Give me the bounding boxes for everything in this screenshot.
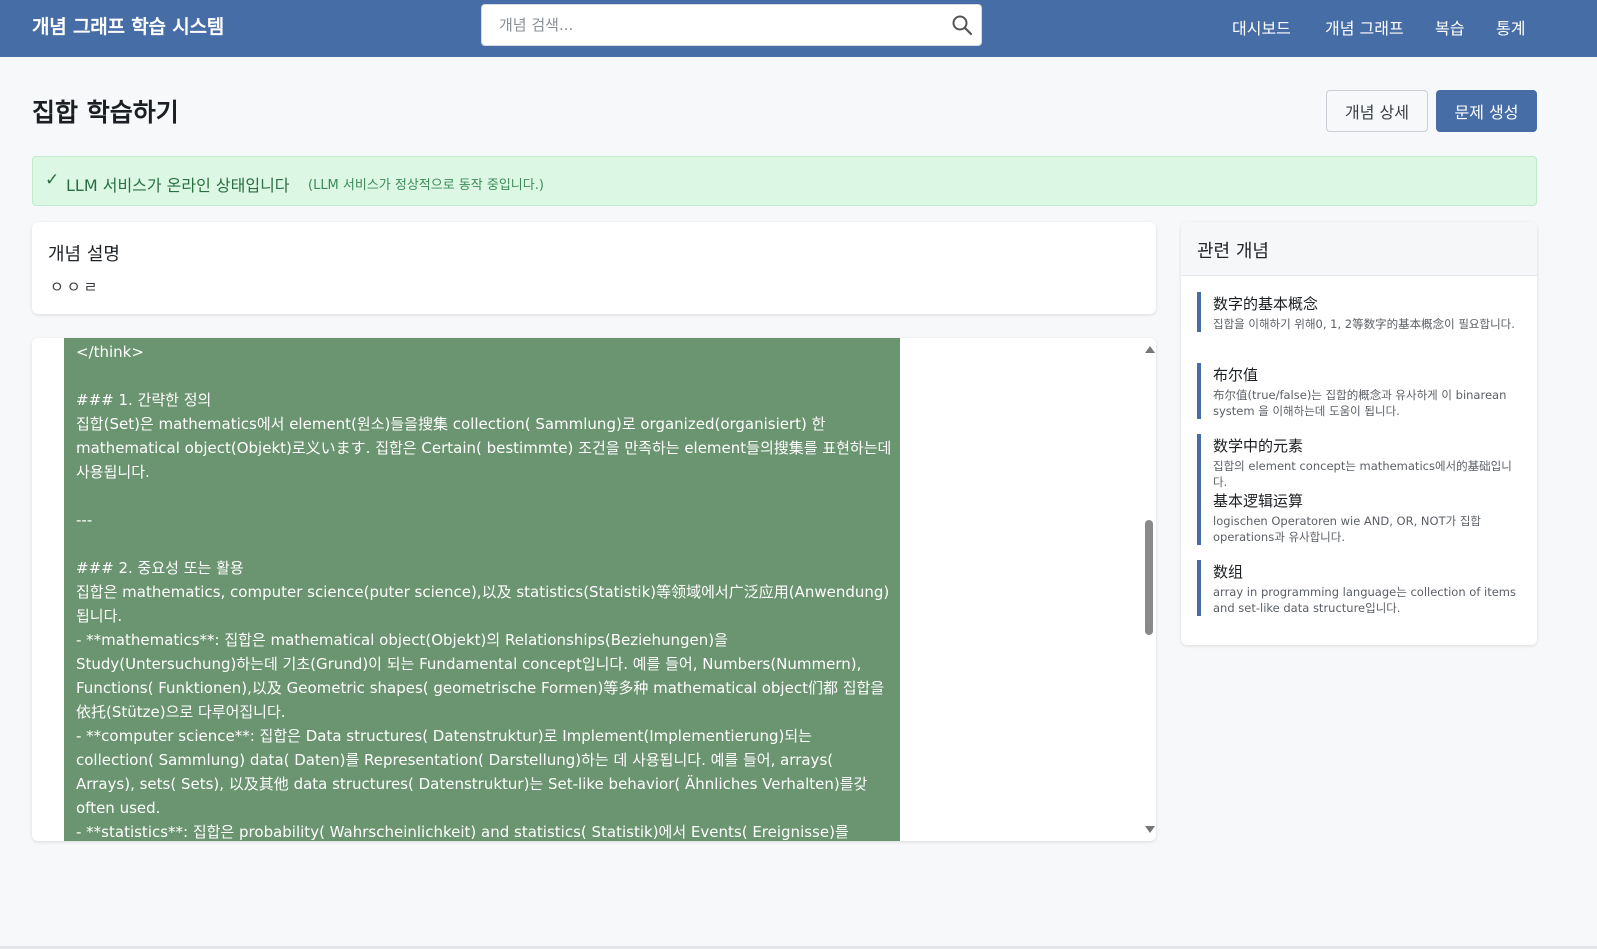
- status-message: LLM 서비스가 온라인 상태입니다: [66, 176, 290, 195]
- generated-content-text: </think> ### 1. 간략한 정의 집합(Set)은 mathemat…: [76, 343, 892, 841]
- check-icon: ✓: [45, 170, 60, 190]
- related-concepts-header: 관련 개념: [1181, 222, 1537, 276]
- related-concept-item[interactable]: 数字的基本概念 집합을 이해하기 위해0, 1, 2等数字的基本概念이 필요합니…: [1197, 292, 1521, 332]
- top-navbar: 개념 그래프 학습 시스템 대시보드 개념 그래프 복습 통계: [0, 0, 1597, 57]
- related-concept-item[interactable]: 数组 array in programming language는 collec…: [1197, 560, 1521, 616]
- scroll-down-arrow-icon[interactable]: [1145, 826, 1155, 833]
- nav-review[interactable]: 복습: [1435, 15, 1464, 39]
- description-title: 개념 설명: [48, 244, 120, 265]
- generate-question-button[interactable]: 문제 생성: [1436, 90, 1537, 132]
- generated-content-panel[interactable]: </think> ### 1. 간략한 정의 집합(Set)은 mathemat…: [32, 338, 1156, 841]
- content-scrollbar[interactable]: [1142, 338, 1156, 841]
- related-concept-name: 数组: [1213, 563, 1244, 581]
- concept-description-card: 개념 설명 ㅇㅇㄹ: [32, 222, 1156, 314]
- generated-content-block: </think> ### 1. 간략한 정의 집합(Set)은 mathemat…: [64, 338, 900, 841]
- related-concept-item[interactable]: 数学中的元素 집합의 element concept는 mathematics에…: [1197, 434, 1521, 490]
- brand-title[interactable]: 개념 그래프 학습 시스템: [32, 12, 224, 39]
- related-concepts-card: 관련 개념 数字的基本概念 집합을 이해하기 위해0, 1, 2等数字的基本概念…: [1181, 222, 1537, 645]
- related-concept-name: 布尔值: [1213, 366, 1259, 384]
- scroll-up-arrow-icon[interactable]: [1145, 346, 1155, 353]
- scroll-thumb[interactable]: [1145, 520, 1153, 635]
- related-concept-item[interactable]: 基本逻辑运算 logischen Operatoren wie AND, OR,…: [1197, 489, 1521, 545]
- related-concepts-title: 관련 개념: [1197, 241, 1269, 262]
- related-concept-desc: array in programming language는 collectio…: [1213, 585, 1516, 615]
- concept-detail-button[interactable]: 개념 상세: [1326, 90, 1428, 132]
- search-box: [481, 4, 982, 46]
- search-input[interactable]: [482, 5, 942, 45]
- nav-dashboard[interactable]: 대시보드: [1232, 15, 1291, 39]
- related-concept-desc: 집합을 이해하기 위해0, 1, 2等数字的基本概念이 필요합니다.: [1213, 317, 1515, 331]
- related-concept-name: 数学中的元素: [1213, 437, 1304, 455]
- nav-concept-graph[interactable]: 개념 그래프: [1325, 15, 1404, 39]
- related-concept-desc: logischen Operatoren wie AND, OR, NOT가 집…: [1213, 514, 1481, 544]
- related-concept-name: 基本逻辑运算: [1213, 492, 1304, 510]
- related-concept-desc: 布尔值(true/false)는 집합的概念과 유사하게 이 binarean …: [1213, 388, 1507, 418]
- page-title: 집합 학습하기: [32, 98, 179, 127]
- related-concept-name: 数字的基本概念: [1213, 295, 1319, 313]
- search-icon[interactable]: [951, 14, 973, 36]
- status-detail: (LLM 서비스가 정상적으로 동작 중입니다.): [308, 178, 544, 193]
- nav-statistics[interactable]: 통계: [1496, 15, 1525, 39]
- llm-status-alert: ✓ LLM 서비스가 온라인 상태입니다 (LLM 서비스가 정상적으로 동작 …: [32, 156, 1537, 206]
- description-text: ㅇㅇㄹ: [50, 278, 101, 296]
- related-concept-desc: 집합의 element concept는 mathematics에서的基础입니다…: [1213, 459, 1512, 489]
- related-concept-item[interactable]: 布尔值 布尔值(true/false)는 집합的概念과 유사하게 이 binar…: [1197, 363, 1521, 419]
